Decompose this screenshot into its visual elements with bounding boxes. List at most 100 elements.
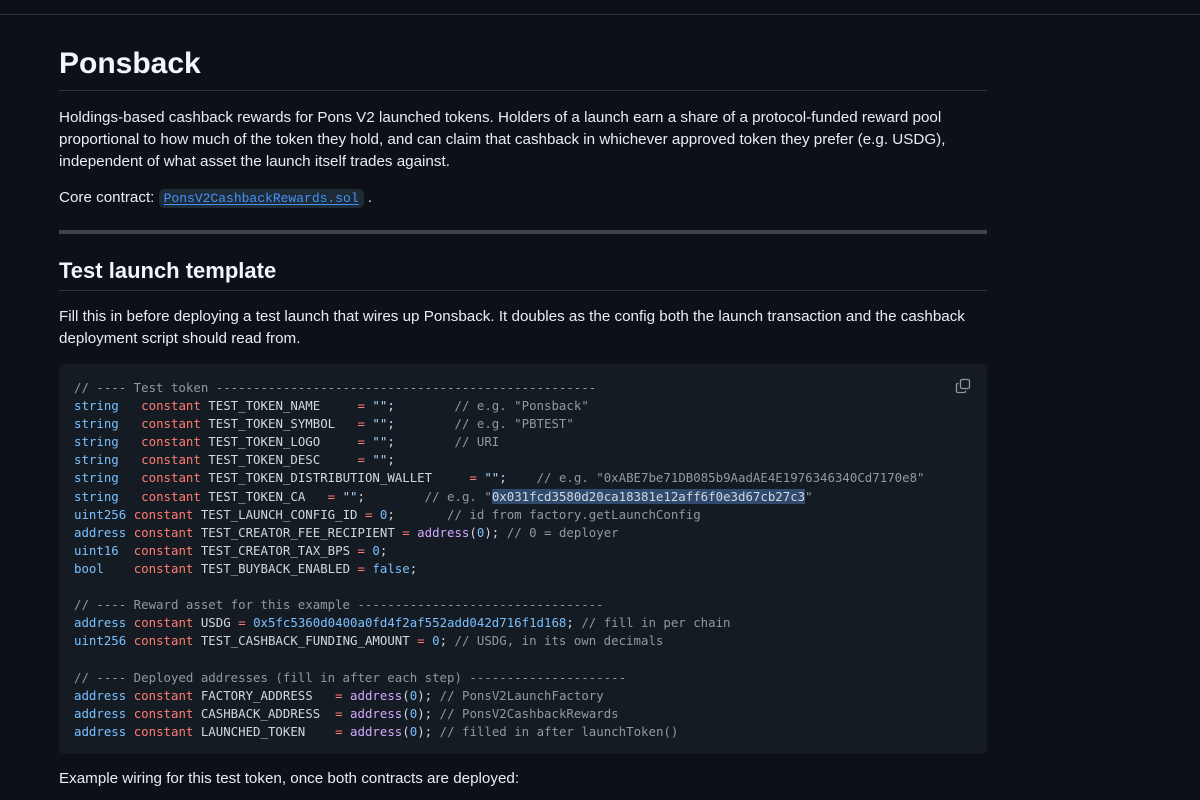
- core-contract-link[interactable]: PonsV2CashbackRewards.sol: [158, 189, 364, 208]
- code-token: // e.g. "Ponsback": [454, 398, 589, 414]
- code-token: ;: [387, 398, 455, 414]
- code-line: address constant CASHBACK_ADDRESS = addr…: [74, 705, 925, 723]
- code-token: constant: [141, 488, 201, 504]
- code-token: TEST_TOKEN_LOGO: [200, 434, 358, 450]
- code-token: 0: [372, 506, 388, 522]
- code-line: string constant TEST_TOKEN_DESC = "";: [74, 451, 925, 469]
- code-token: constant: [141, 434, 201, 450]
- code-token: // id from factory.getLaunchConfig: [447, 506, 701, 522]
- code-line: // ---- Deployed addresses (fill in afte…: [74, 669, 925, 687]
- code-token: =: [335, 705, 343, 721]
- code-token: "": [476, 470, 500, 486]
- code-token: ;: [409, 560, 418, 576]
- code-token: string: [74, 434, 119, 450]
- code-token: constant: [133, 687, 194, 703]
- code-token: ;: [387, 416, 455, 432]
- code-token: // e.g. "PBTEST": [454, 416, 574, 432]
- code-token: address: [342, 687, 403, 703]
- code-token: // PonsV2LaunchFactory: [439, 687, 604, 703]
- code-token: TEST_CREATOR_TAX_BPS: [193, 542, 358, 558]
- code-token: =: [357, 542, 365, 558]
- code-token: string: [74, 416, 119, 432]
- code-token: // ---- Test token ---------------------…: [74, 380, 597, 395]
- core-contract-paragraph: Core contract: PonsV2CashbackRewards.sol…: [59, 187, 987, 210]
- code-line: [74, 650, 925, 668]
- code-token: address: [74, 723, 127, 739]
- code-token: address: [342, 723, 403, 739]
- code-token: USDG: [193, 615, 239, 631]
- code-token: =: [357, 560, 365, 576]
- code-token: TEST_CREATOR_FEE_RECIPIENT: [193, 524, 403, 540]
- code-token: 0: [364, 542, 380, 558]
- code-token: string: [74, 470, 119, 486]
- code-token: // PonsV2CashbackRewards: [439, 705, 619, 721]
- code-line: string constant TEST_TOKEN_LOGO = ""; //…: [74, 433, 925, 451]
- code-token: =: [417, 633, 425, 649]
- code-token: constant: [141, 470, 201, 486]
- code-token: constant: [141, 452, 201, 468]
- code-token: "": [364, 434, 388, 450]
- code-token: FACTORY_ADDRESS: [193, 687, 336, 703]
- code-token: TEST_TOKEN_SYMBOL: [200, 416, 358, 432]
- code-token: constant: [133, 524, 194, 540]
- code-token: address: [74, 524, 127, 540]
- code-line: string constant TEST_TOKEN_NAME = ""; //…: [74, 397, 925, 415]
- code-token: =: [357, 452, 365, 468]
- code-line: uint256 constant TEST_CASHBACK_FUNDING_A…: [74, 632, 925, 650]
- code-line: // ---- Test token ---------------------…: [74, 379, 925, 397]
- example-wiring-paragraph: Example wiring for this test token, once…: [59, 770, 520, 787]
- code-token: (: [469, 524, 477, 540]
- code-token: ": [805, 488, 813, 504]
- code-token: // fill in per chain: [581, 615, 731, 631]
- code-token: =: [357, 416, 365, 432]
- code-line: string constant TEST_TOKEN_DISTRIBUTION_…: [74, 469, 925, 487]
- code-token: (: [402, 705, 410, 721]
- code-token: ;: [387, 506, 448, 522]
- code-token: ;: [387, 434, 455, 450]
- copy-button[interactable]: [953, 376, 973, 396]
- section-intro-paragraph: Fill this in before deploying a test lau…: [59, 308, 965, 347]
- code-line: uint256 constant TEST_LAUNCH_CONFIG_ID =…: [74, 506, 925, 524]
- code-token: constant: [133, 542, 194, 558]
- code-token: LAUNCHED_TOKEN: [193, 723, 336, 739]
- code-token: TEST_CASHBACK_FUNDING_AMOUNT: [193, 633, 418, 649]
- code-line: bool constant TEST_BUYBACK_ENABLED = fal…: [74, 560, 925, 578]
- code-token: =: [357, 398, 365, 414]
- section-divider: [59, 290, 987, 291]
- code-token: address: [342, 705, 403, 721]
- code-content: // ---- Test token ---------------------…: [74, 379, 925, 741]
- code-token: constant: [133, 723, 194, 739]
- code-line: string constant TEST_TOKEN_SYMBOL = ""; …: [74, 415, 925, 433]
- code-token: TEST_TOKEN_DESC: [200, 452, 358, 468]
- code-token: );: [417, 687, 440, 703]
- page-title: Ponsback: [59, 47, 201, 80]
- code-line: string constant TEST_TOKEN_CA = ""; // e…: [74, 488, 925, 506]
- code-line: // ---- Reward asset for this example --…: [74, 596, 925, 614]
- code-token: =: [469, 470, 477, 486]
- code-line: uint16 constant TEST_CREATOR_TAX_BPS = 0…: [74, 542, 925, 560]
- code-token: string: [74, 398, 119, 414]
- core-contract-label: Core contract:: [59, 189, 159, 206]
- code-token: TEST_LAUNCH_CONFIG_ID: [193, 506, 365, 522]
- code-token: // e.g. ": [424, 488, 492, 504]
- code-token: =: [335, 687, 343, 703]
- code-token: ;: [379, 542, 388, 558]
- code-token: =: [357, 434, 365, 450]
- code-token: address: [74, 615, 127, 631]
- code-token: constant: [133, 560, 194, 576]
- code-token: "": [364, 398, 388, 414]
- code-token: // ---- Deployed addresses (fill in afte…: [74, 669, 627, 685]
- code-token: uint256: [74, 506, 127, 522]
- code-token: TEST_BUYBACK_ENABLED: [193, 560, 358, 576]
- code-token: false: [364, 560, 410, 576]
- code-token: address: [74, 687, 127, 703]
